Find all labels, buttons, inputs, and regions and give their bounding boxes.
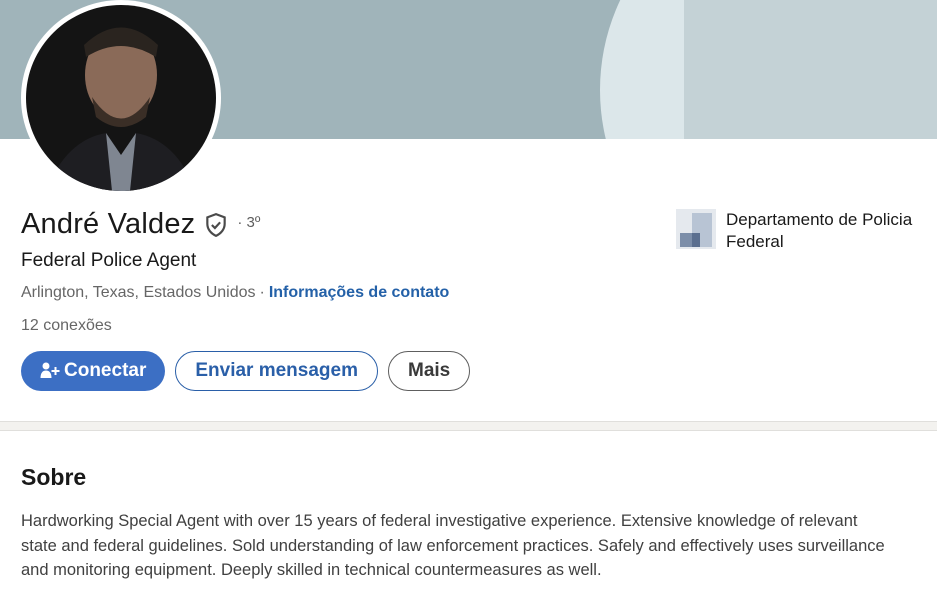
avatar-photo (26, 5, 216, 191)
profile-location-row: Arlington, Texas, Estados Unidos · Informa… (21, 284, 449, 302)
contact-info-link[interactable]: Informações de contato (269, 284, 449, 301)
connection-degree: · 3º (237, 214, 261, 231)
current-company[interactable]: Departamento de Policia Federal (676, 209, 937, 253)
shield-check-icon[interactable] (203, 212, 229, 238)
separator: · (259, 284, 265, 301)
connections-count[interactable]: 12 conexões (21, 317, 112, 335)
more-button[interactable]: Mais (388, 351, 471, 391)
connect-button[interactable]: Conectar (21, 351, 166, 391)
banner-shape (684, 0, 937, 139)
company-logo (676, 209, 716, 249)
profile-name-row: André Valdez · 3º (21, 208, 260, 241)
section-divider (0, 421, 937, 431)
profile-name: André Valdez (21, 208, 196, 240)
company-name: Departamento de Policia Federal (726, 210, 913, 251)
send-message-button[interactable]: Enviar mensagem (175, 351, 378, 391)
connect-label: Conectar (64, 360, 147, 381)
profile-headline: Federal Police Agent (21, 250, 197, 271)
about-title: Sobre (21, 464, 87, 490)
profile-actions: Conectar Enviar mensagem Mais (21, 351, 471, 391)
person-add-icon (39, 360, 61, 382)
about-text: Hardworking Special Agent with over 15 y… (21, 512, 885, 579)
profile-avatar[interactable] (21, 0, 221, 196)
profile-location: Arlington, Texas, Estados Unidos (21, 284, 256, 301)
